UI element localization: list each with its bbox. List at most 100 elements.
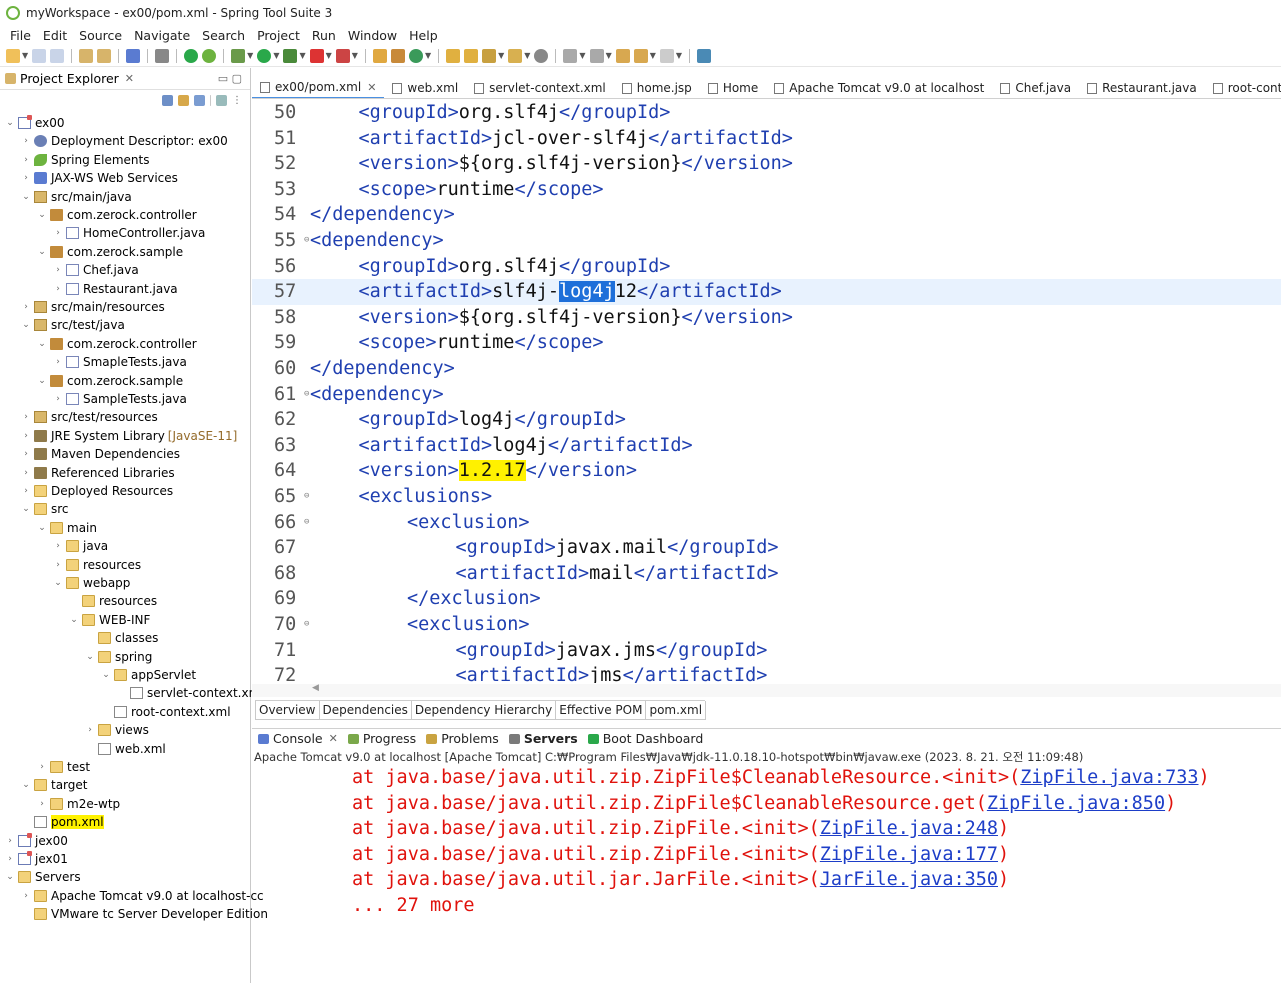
collapse-arrow-icon[interactable]: › (21, 302, 31, 312)
collapse-arrow-icon[interactable]: › (5, 854, 15, 864)
close-icon[interactable]: ✕ (125, 72, 134, 85)
tree-item[interactable]: ⌄ src/test/java (21, 316, 125, 334)
collapse-arrow-icon[interactable]: › (53, 228, 63, 238)
next-annotation-icon[interactable] (563, 48, 578, 63)
code-line[interactable]: 62 <groupId>log4j</groupId> (252, 407, 1281, 433)
tree-item[interactable]: ⌄ spring (85, 648, 152, 666)
menu-navigate[interactable]: Navigate (134, 28, 190, 43)
collapse-arrow-icon[interactable]: › (53, 560, 63, 570)
expand-arrow-icon[interactable]: ⌄ (69, 615, 79, 625)
tree-item[interactable]: ⌄ com.zerock.controller (37, 335, 197, 353)
deploy-icon[interactable] (335, 48, 350, 63)
menu-help[interactable]: Help (409, 28, 438, 43)
tree-item[interactable]: › Maven Dependencies (21, 445, 180, 463)
tree-item[interactable]: › Referenced Libraries (21, 464, 175, 482)
editor-tab[interactable]: ex00/pom.xml ✕ (252, 78, 385, 98)
code-line[interactable]: 60 </dependency> (252, 356, 1281, 382)
fold-icon[interactable]: ⊖ (304, 612, 309, 638)
stack-trace-link[interactable]: ZipFile.java:733 (1020, 767, 1198, 788)
collapse-arrow-icon[interactable]: › (21, 468, 31, 478)
editor-tab[interactable]: web.xml (384, 78, 466, 98)
previous-annotation-icon[interactable] (589, 48, 604, 63)
stack-trace-link[interactable]: ZipFile.java:177 (820, 844, 998, 865)
code-line[interactable]: 59 <scope>runtime</scope> (252, 330, 1281, 356)
skip-breakpoints-icon[interactable] (155, 48, 170, 63)
tree-item[interactable]: › views (85, 721, 149, 739)
boot-dashboard-icon[interactable] (184, 48, 199, 63)
tree-item[interactable]: ⌄ src/main/java (21, 188, 132, 206)
forward-icon[interactable] (659, 48, 674, 63)
tree-item[interactable]: ⌄ WEB-INF (69, 611, 150, 629)
collapse-arrow-icon[interactable]: › (53, 284, 63, 294)
new-class-icon[interactable] (408, 48, 423, 63)
tree-item[interactable]: ⌄ target (21, 776, 87, 794)
dropdown-arrow-icon[interactable]: ▼ (22, 51, 28, 60)
tree-item[interactable]: › jex00 (5, 832, 68, 850)
editor-tab[interactable]: servlet-context.xml (466, 78, 614, 98)
properties-icon[interactable] (79, 48, 94, 63)
new-icon[interactable] (6, 48, 20, 63)
code-line[interactable]: 67 <groupId>javax.mail</groupId> (252, 535, 1281, 561)
tree-item[interactable]: servlet-context.xml (117, 684, 264, 702)
spring-icon[interactable] (202, 48, 217, 63)
editor-tab[interactable]: Chef.java (992, 78, 1079, 98)
link-with-editor-icon[interactable] (178, 94, 189, 106)
editor-tab[interactable]: Apache Tomcat v9.0 at localhost (766, 78, 992, 98)
tree-item[interactable]: ⌄ com.zerock.controller (37, 206, 197, 224)
tree-item[interactable]: root-context.xml (101, 703, 231, 721)
tree-item[interactable]: web.xml (85, 740, 166, 758)
collapse-arrow-icon[interactable]: › (21, 431, 31, 441)
last-edit-icon[interactable] (615, 48, 630, 63)
tree-item[interactable]: › src/main/resources (21, 298, 165, 316)
collapse-arrow-icon[interactable]: › (5, 836, 15, 846)
open-file-icon[interactable] (464, 48, 479, 63)
external-tools-icon[interactable] (283, 48, 298, 63)
console-tab-boot-dashboard[interactable]: Boot Dashboard (587, 731, 703, 746)
tree-item[interactable]: › Apache Tomcat v9.0 at localhost-cc (21, 887, 263, 905)
code-line[interactable]: 58 <version>${org.slf4j-version}</version… (252, 305, 1281, 331)
expand-arrow-icon[interactable]: ⌄ (37, 339, 47, 349)
stack-trace-link[interactable]: JarFile.java:350 (820, 869, 998, 890)
menu-edit[interactable]: Edit (43, 28, 67, 43)
code-line[interactable]: 55 ⊖ <dependency> (252, 228, 1281, 254)
debug-icon[interactable] (231, 48, 246, 63)
tree-item[interactable]: › SampleTests.java (53, 390, 187, 408)
stop-icon[interactable] (309, 48, 324, 63)
tree-item[interactable]: › src/test/resources (21, 408, 158, 426)
view-menu-icon[interactable]: ⋮ (232, 95, 242, 106)
collapse-arrow-icon[interactable]: › (21, 486, 31, 496)
pom-tab-pom-xml[interactable]: pom.xml (645, 701, 707, 720)
code-line[interactable]: 72 <artifactId>jms</artifactId> (252, 663, 1281, 683)
tree-item[interactable]: classes (85, 629, 158, 647)
code-line[interactable]: 56 <groupId>org.slf4j</groupId> (252, 254, 1281, 280)
collapse-all-icon[interactable] (162, 94, 173, 106)
filter-icon[interactable] (194, 94, 205, 106)
console-tab-problems[interactable]: Problems (426, 731, 499, 746)
code-line[interactable]: 65 ⊖ <exclusions> (252, 484, 1281, 510)
expand-arrow-icon[interactable]: ⌄ (21, 780, 31, 790)
tree-item[interactable]: resources (69, 592, 157, 610)
code-line[interactable]: 70 ⊖ <exclusion> (252, 612, 1281, 638)
tree-item[interactable]: › Spring Elements (21, 151, 149, 169)
tree-item[interactable]: VMware tc Server Developer Edition (21, 905, 268, 923)
tree-item[interactable]: ⌄ com.zerock.sample (37, 372, 183, 390)
toggle-mark-icon[interactable] (482, 48, 497, 63)
editor-tab[interactable]: home.jsp (614, 78, 700, 98)
collapse-arrow-icon[interactable]: › (85, 725, 95, 735)
tree-item[interactable]: ⌄ appServlet (101, 666, 196, 684)
tree-item[interactable]: › jex01 (5, 850, 68, 868)
back-icon[interactable] (633, 48, 648, 63)
expand-arrow-icon[interactable]: ⌄ (21, 320, 31, 330)
code-line[interactable]: 61 ⊖ <dependency> (252, 382, 1281, 408)
tree-item[interactable]: ⌄ src (21, 500, 68, 518)
fold-icon[interactable]: ⊖ (304, 382, 309, 408)
fold-icon[interactable]: ⊖ (304, 228, 309, 254)
menu-search[interactable]: Search (202, 28, 245, 43)
tree-item[interactable]: ⌄ webapp (53, 574, 130, 592)
code-line[interactable]: 54 </dependency> (252, 202, 1281, 228)
fold-icon[interactable]: ⊖ (304, 510, 309, 536)
expand-arrow-icon[interactable]: ⌄ (37, 376, 47, 386)
tree-item[interactable]: › SmapleTests.java (53, 353, 187, 371)
expand-arrow-icon[interactable]: ⌄ (85, 652, 95, 662)
project-explorer-title[interactable]: Project Explorer (20, 71, 119, 86)
